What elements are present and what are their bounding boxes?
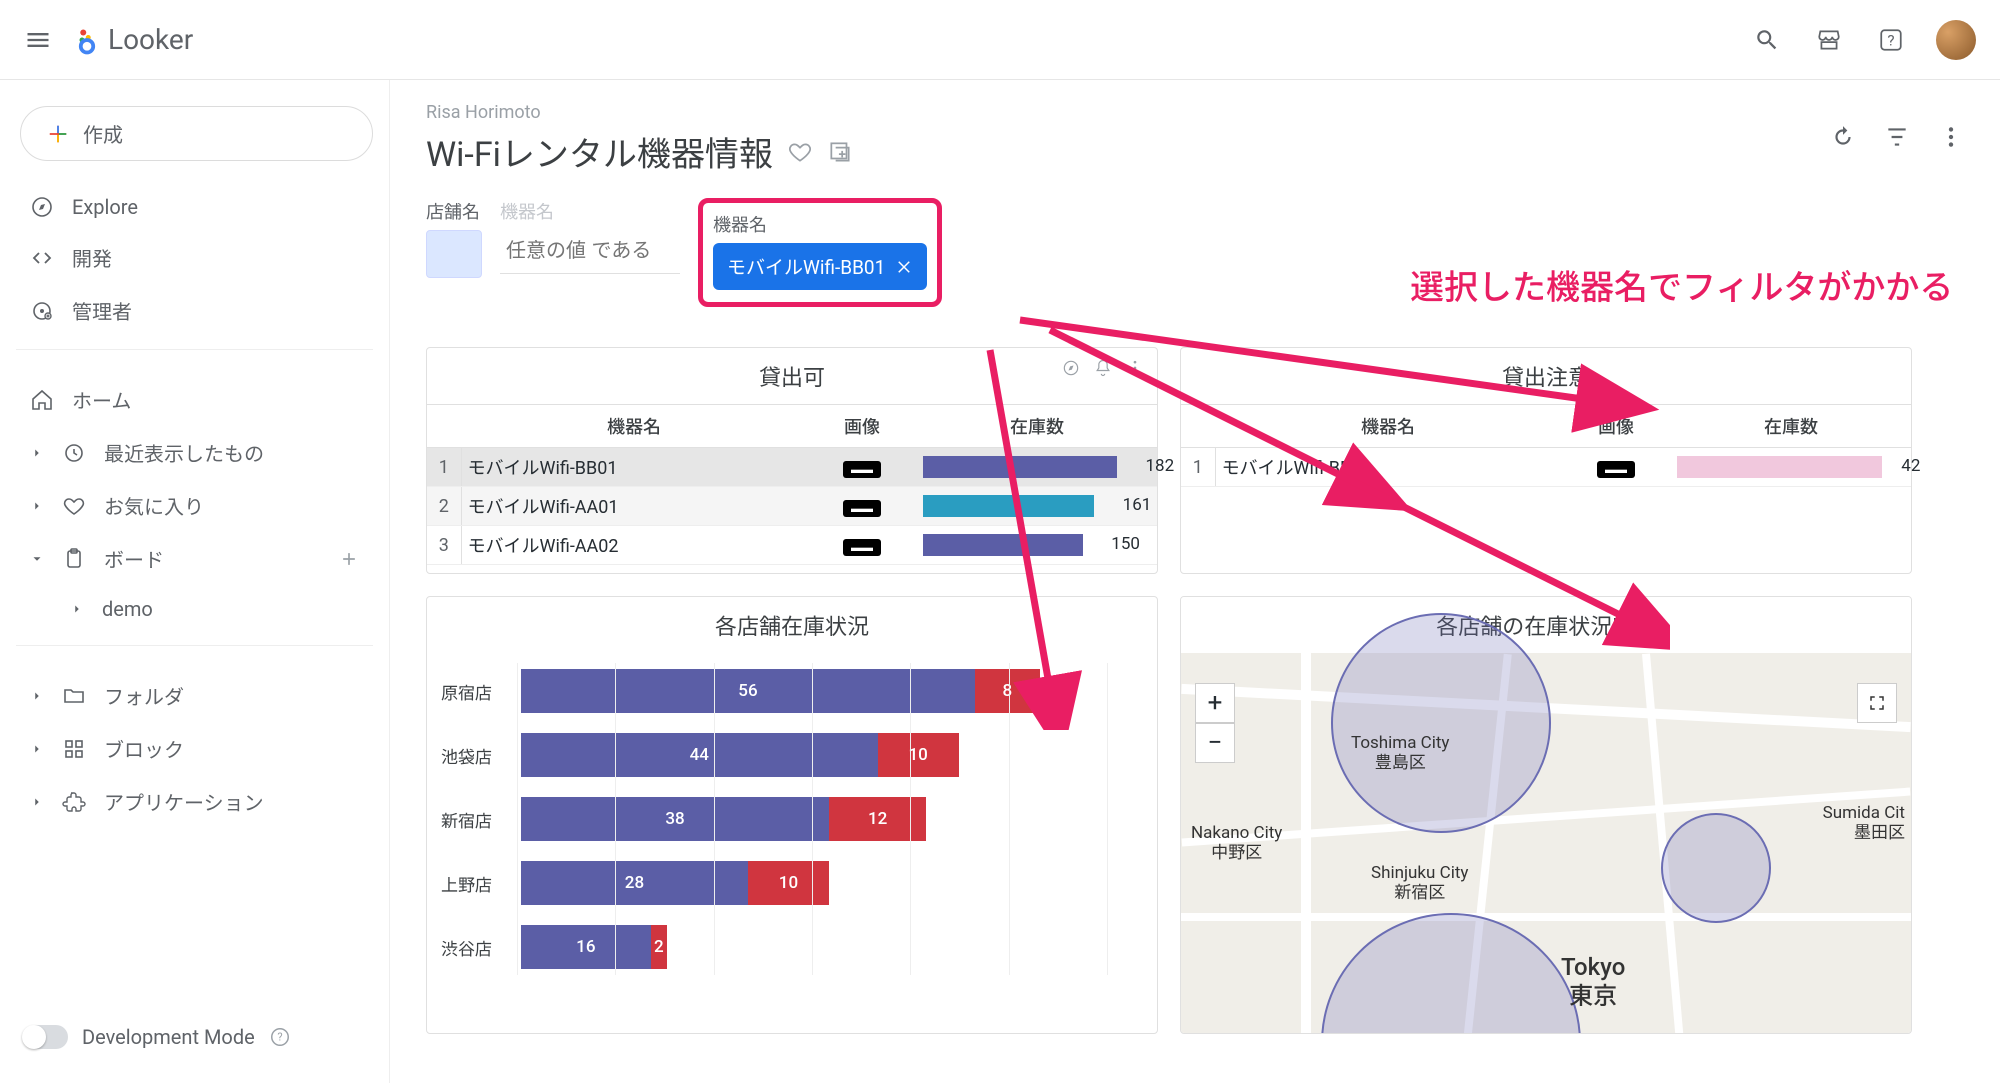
- nav-board-demo[interactable]: demo: [16, 585, 373, 633]
- nav-favorites[interactable]: お気に入り: [16, 479, 373, 532]
- map[interactable]: Toshima City豊島区 Nakano City中野区 Shinjuku …: [1181, 653, 1911, 1034]
- tile-map: 各店舗の在庫状況Map Toshima City豊島区 Nakano City: [1180, 596, 1912, 1034]
- admin-icon: [30, 299, 54, 323]
- chart-row: 渋谷店162: [441, 915, 1137, 979]
- search-icon[interactable]: [1750, 23, 1784, 57]
- table-row[interactable]: 1モバイルWifi-BB01▬▬182: [427, 448, 1157, 487]
- table-row[interactable]: 3モバイルWifi-AA02▬▬150: [427, 526, 1157, 565]
- dev-mode-label: Development Mode: [82, 1025, 255, 1049]
- device-image-icon: ▬▬: [843, 461, 881, 478]
- chevron-right-icon: [30, 742, 44, 756]
- nav-explore[interactable]: Explore: [16, 183, 373, 231]
- create-button[interactable]: 作成: [20, 106, 373, 161]
- nav-admin[interactable]: 管理者: [16, 284, 373, 337]
- nav-recent[interactable]: 最近表示したもの: [16, 426, 373, 479]
- filter-highlight: 機器名 モバイルWifi-BB01: [698, 198, 942, 307]
- page-title: Wi-Fiレンタル機器情報: [426, 127, 773, 176]
- menu-icon[interactable]: [24, 26, 52, 54]
- blocks-icon: [62, 737, 86, 761]
- clock-icon: [62, 441, 86, 465]
- extension-icon: [62, 790, 86, 814]
- brand: Looker: [72, 23, 193, 56]
- table-available: 機器名 画像 在庫数 1モバイルWifi-BB01▬▬1822モバイルWifi-…: [427, 404, 1157, 565]
- map-zoom-in[interactable]: +: [1195, 683, 1235, 723]
- marketplace-icon[interactable]: [1812, 23, 1846, 57]
- favorite-icon[interactable]: [787, 139, 813, 165]
- tile-warning: 貸出注意 機器名 画像 在庫数 1モバイルWifi-BB01▬▬42: [1180, 347, 1912, 574]
- add-board-icon[interactable]: [339, 549, 359, 569]
- author: Risa Horimoto: [426, 102, 1964, 123]
- chart-row: 上野店2810: [441, 851, 1137, 915]
- chevron-right-icon: [30, 689, 44, 703]
- filter-device-chip[interactable]: モバイルWifi-BB01: [713, 243, 927, 290]
- help-icon[interactable]: ?: [1874, 23, 1908, 57]
- device-image-icon: ▬▬: [843, 539, 881, 556]
- heart-icon: [62, 494, 86, 518]
- nav-develop[interactable]: 開発: [16, 231, 373, 284]
- chevron-right-icon: [30, 446, 44, 460]
- code-icon: [30, 246, 54, 270]
- table-row[interactable]: 2モバイルWifi-AA01▬▬161: [427, 487, 1157, 526]
- chevron-right-icon: [70, 602, 84, 616]
- tile-available: 貸出可 機器名 画像 在庫数 1モバイルWifi-BB01▬▬1822モバイルW…: [426, 347, 1158, 574]
- map-fullscreen[interactable]: [1857, 683, 1897, 723]
- tile-warning-title: 貸出注意: [1181, 348, 1911, 404]
- filter-store-chip[interactable]: [426, 230, 482, 278]
- clipboard-icon: [62, 547, 86, 571]
- nav-apps[interactable]: アプリケーション: [16, 775, 373, 828]
- svg-text:?: ?: [277, 1031, 282, 1044]
- avatar[interactable]: [1936, 20, 1976, 60]
- nav-blocks[interactable]: ブロック: [16, 722, 373, 775]
- nav-home[interactable]: ホーム: [16, 373, 373, 426]
- close-icon[interactable]: [895, 258, 913, 276]
- dashboard-actions-icon[interactable]: [827, 139, 853, 165]
- more-icon[interactable]: [1938, 124, 1964, 150]
- chart-row: 原宿店568: [441, 659, 1137, 723]
- filter-device-input[interactable]: [500, 230, 680, 274]
- brand-name: Looker: [108, 23, 193, 56]
- store-stock-chart: 原宿店568池袋店4410新宿店3812上野店2810渋谷店162: [427, 653, 1157, 985]
- chart-row: 池袋店4410: [441, 723, 1137, 787]
- tile-available-title: 貸出可: [427, 348, 1157, 404]
- explore-here-icon[interactable]: [1061, 358, 1081, 378]
- tile-store-stock-title: 各店舗在庫状況: [427, 597, 1157, 653]
- compass-icon: [30, 195, 54, 219]
- nav-folders[interactable]: フォルダ: [16, 669, 373, 722]
- filter-icon[interactable]: [1884, 124, 1910, 150]
- chevron-down-icon: [30, 552, 44, 566]
- tile-store-stock: 各店舗在庫状況 原宿店568池袋店4410新宿店3812上野店2810渋谷店16…: [426, 596, 1158, 1034]
- table-warning: 機器名 画像 在庫数 1モバイルWifi-BB01▬▬42: [1181, 404, 1911, 487]
- device-image-icon: ▬▬: [843, 500, 881, 517]
- looker-logo-icon: [72, 25, 102, 55]
- home-icon: [30, 388, 54, 412]
- dev-mode-toggle[interactable]: [24, 1025, 68, 1049]
- chevron-right-icon: [30, 499, 44, 513]
- filter-device-label-muted: 機器名: [500, 198, 680, 224]
- device-image-icon: ▬▬: [1597, 461, 1635, 478]
- help-circle-icon[interactable]: ?: [269, 1026, 291, 1048]
- tile-more-icon[interactable]: [1125, 358, 1145, 378]
- tile-map-title: 各店舗の在庫状況Map: [1181, 597, 1911, 653]
- folder-icon: [62, 684, 86, 708]
- nav-boards[interactable]: ボード: [16, 532, 373, 585]
- chevron-right-icon: [30, 795, 44, 809]
- filter-device-label: 機器名: [713, 211, 927, 237]
- filter-store-label: 店舗名: [426, 198, 482, 224]
- chart-row: 新宿店3812: [441, 787, 1137, 851]
- map-zoom-out[interactable]: −: [1195, 723, 1235, 763]
- create-label: 作成: [83, 119, 123, 148]
- alert-icon[interactable]: [1093, 358, 1113, 378]
- svg-text:?: ?: [1887, 31, 1894, 49]
- plus-icon: [47, 123, 69, 145]
- reload-icon[interactable]: [1830, 124, 1856, 150]
- table-row[interactable]: 1モバイルWifi-BB01▬▬42: [1181, 448, 1911, 487]
